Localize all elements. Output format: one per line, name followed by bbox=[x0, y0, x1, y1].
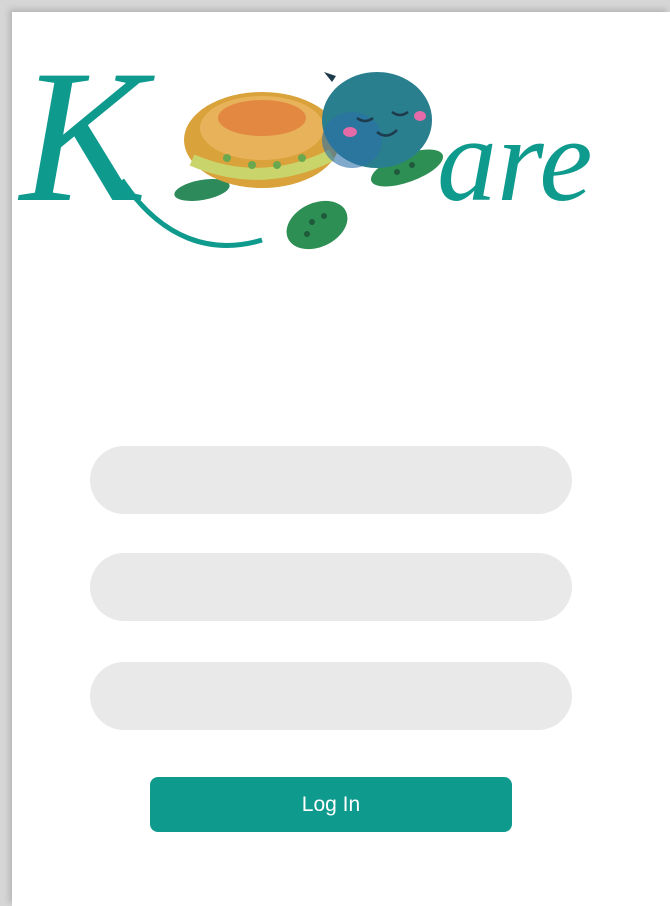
logo-suffix: are bbox=[437, 93, 593, 226]
app-frame: K are Log In bbox=[0, 0, 670, 906]
username-field[interactable] bbox=[90, 446, 572, 514]
logo-letter-k: K bbox=[17, 40, 155, 242]
login-button[interactable]: Log In bbox=[150, 777, 512, 832]
password-field[interactable] bbox=[90, 553, 572, 621]
login-screen: K are Log In bbox=[12, 12, 670, 906]
kare-logo: K are bbox=[17, 40, 593, 250]
third-field[interactable] bbox=[90, 662, 572, 730]
turtle-icon bbox=[174, 72, 444, 250]
